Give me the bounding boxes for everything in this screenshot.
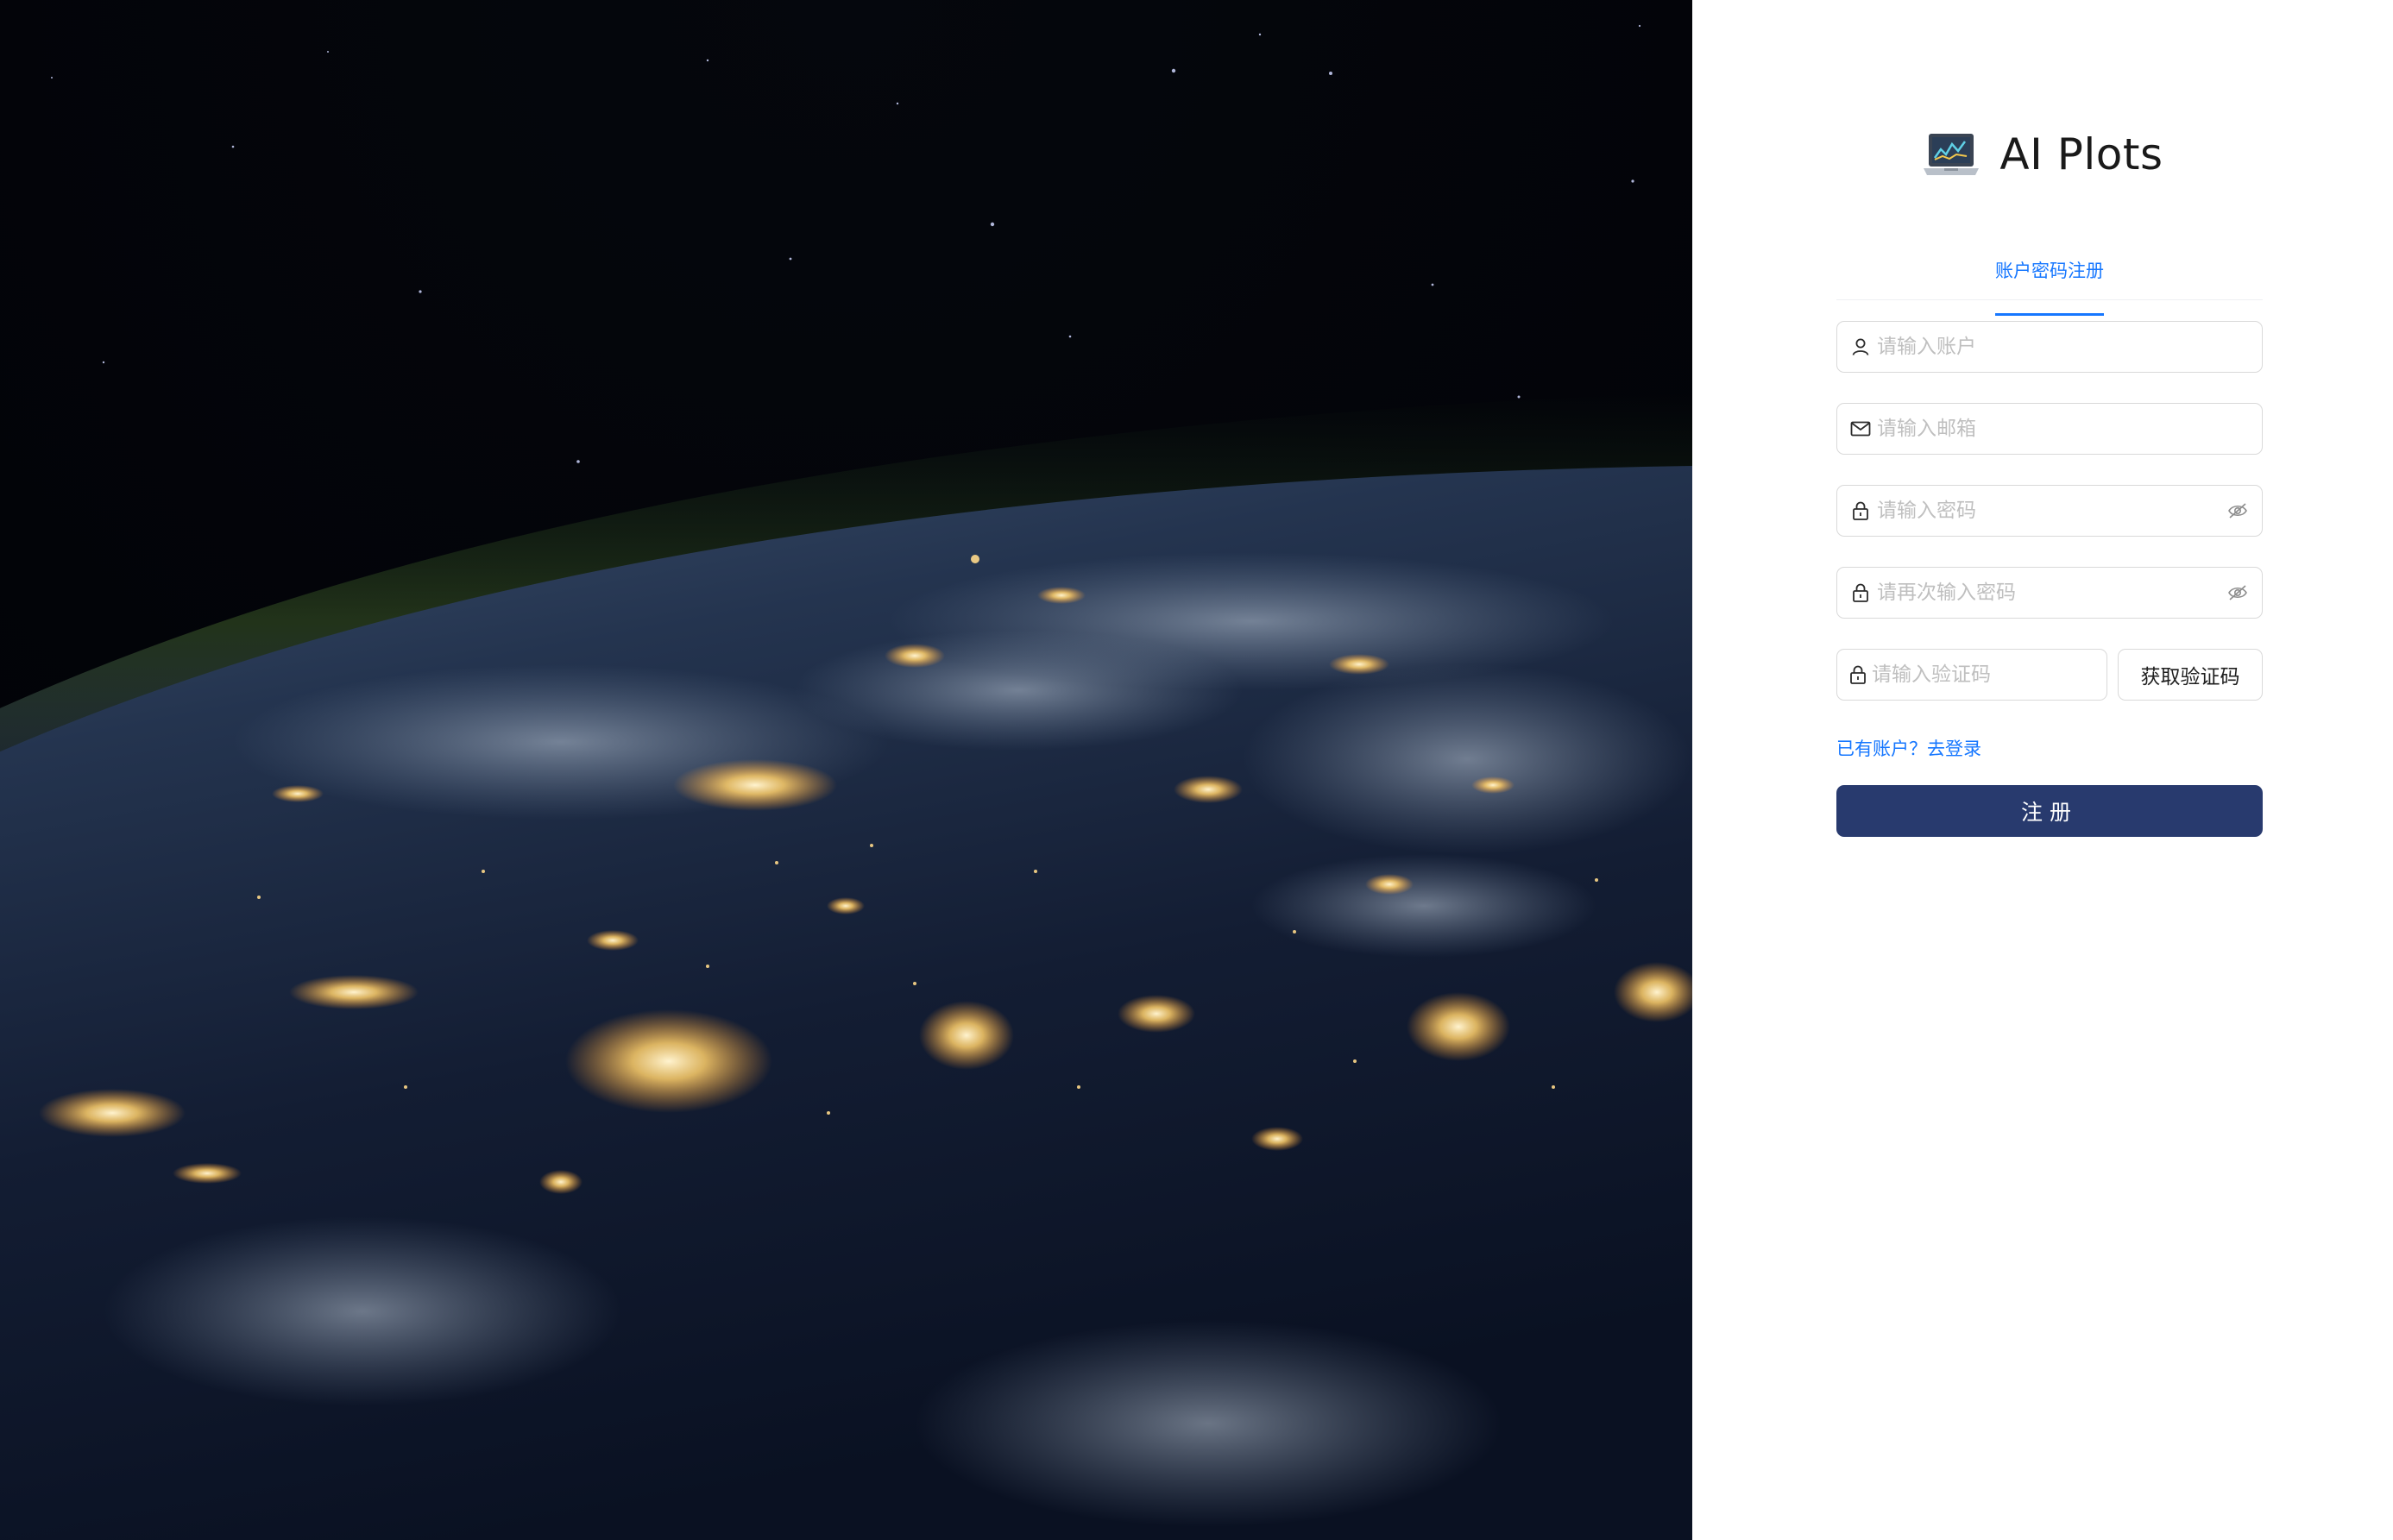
password-input[interactable] xyxy=(1877,486,2226,536)
eye-invisible-icon[interactable] xyxy=(2226,499,2250,523)
app-title: AI Plots xyxy=(1999,129,2163,179)
lock-icon xyxy=(1849,500,1872,522)
email-input[interactable] xyxy=(1877,404,2250,454)
confirm-password-field xyxy=(1836,567,2263,619)
account-field xyxy=(1836,321,2263,373)
mail-icon xyxy=(1849,418,1872,440)
lock-icon xyxy=(1849,663,1867,686)
earth-night-illustration xyxy=(0,0,1692,1540)
verification-code-input[interactable] xyxy=(1872,650,2125,700)
brand-header: AI Plots xyxy=(1692,129,2393,179)
laptop-chart-icon xyxy=(1924,134,1980,175)
user-icon xyxy=(1849,336,1872,358)
email-field xyxy=(1836,403,2263,455)
tab-account-password-register[interactable]: 账户密码注册 xyxy=(1995,250,2104,316)
register-button[interactable]: 注册 xyxy=(1836,785,2263,837)
tab-bar: 账户密码注册 xyxy=(1836,250,2263,316)
hero-earth-image xyxy=(0,0,1692,1540)
eye-invisible-icon[interactable] xyxy=(2226,581,2250,605)
register-page: AI Plots 账户密码注册 请输入账户 请输入邮箱 请输入验证码 获取验证码… xyxy=(0,0,2393,1540)
go-login-link[interactable]: 已有账户？去登录 xyxy=(1836,735,2263,761)
verification-code-field xyxy=(1836,649,2125,701)
account-input[interactable] xyxy=(1877,322,2250,372)
get-code-button[interactable]: 获取验证码 xyxy=(2118,649,2263,701)
password-field xyxy=(1836,485,2263,537)
confirm-password-input[interactable] xyxy=(1877,568,2226,618)
lock-icon xyxy=(1849,581,1872,604)
register-form: 账户密码注册 请输入账户 请输入邮箱 请输入验证码 获取验证码 已有账户？去登录… xyxy=(1836,250,2263,837)
verification-code-row: 获取验证码 xyxy=(1836,649,2263,701)
register-panel: AI Plots 账户密码注册 请输入账户 请输入邮箱 请输入验证码 获取验证码… xyxy=(1692,0,2393,1540)
